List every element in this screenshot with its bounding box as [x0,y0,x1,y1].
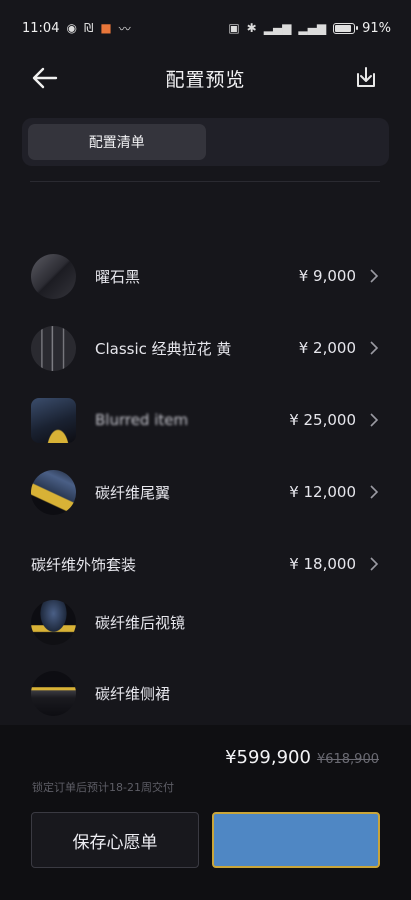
header: 配置预览 [0,56,411,100]
item-label: 碳纤维后视镜 [95,613,186,632]
vibrate-icon: ▣ [228,21,240,35]
delivery-note: 锁定订单后预计18-21周交付 [32,781,174,794]
status-bar: 11:04 ◉ ₪ ■ 〰 ▣ ✱ ▂▄▆ ▂▄▆ 91% [0,0,411,56]
chevron-right-icon [370,557,379,571]
list-item-stripes[interactable]: Classic 经典拉花 黄 ¥ 2,000 [0,320,411,376]
tab-secondary[interactable] [206,124,384,160]
tab-bar: 配置清单 [22,118,389,166]
car-part-thumb [31,599,76,645]
page-title: 配置预览 [165,68,246,91]
list-item-blurred[interactable]: Blurred item ¥ 25,000 [0,392,411,448]
list-item-rear-wing[interactable]: 碳纤维尾翼 ¥ 12,000 [0,464,411,520]
primary-action-button[interactable] [212,812,380,868]
download-icon[interactable] [355,65,377,89]
group-exterior-carbon[interactable]: 碳纤维外饰套装 ¥ 18,000 [0,536,411,592]
chevron-right-icon [370,413,379,427]
arrow-left-icon[interactable] [30,64,60,92]
chevron-right-icon [370,269,379,283]
checkout-bar: ¥599,900 ¥618,900 锁定订单后预计18-21周交付 保存心愿单 [0,725,411,900]
divider [30,181,380,182]
car-part-thumb [31,469,76,515]
group-label: 碳纤维外饰套装 [31,555,137,574]
group-price: ¥ 18,000 [289,555,356,573]
item-label: 曜石黑 [95,267,141,286]
5g-signal-icon: ▂▄▆ [263,21,292,35]
bluetooth-icon: ✱ [246,21,257,35]
original-price: ¥618,900 [316,752,379,767]
paint-swatch-thumb [31,253,76,299]
item-label: 碳纤维尾翼 [95,483,171,502]
5g-signal-icon: ▂▄▆ [298,21,327,35]
battery-percent: 91% [362,20,391,36]
save-wishlist-button[interactable]: 保存心愿单 [31,812,199,868]
chevron-right-icon [370,485,379,499]
item-label: Classic 经典拉花 黄 [95,339,232,358]
status-time: 11:04 [22,20,60,36]
total-price: ¥599,900 [225,747,311,768]
list-item-mirror: 碳纤维后视镜 [0,594,411,650]
price-row: ¥599,900 ¥618,900 [225,747,379,768]
car-part-thumb [31,397,76,443]
eye-icon: ◉ [66,21,77,35]
app-badge-icon: ■ [100,21,112,35]
item-price: ¥ 9,000 [298,267,356,285]
list-item-paint[interactable]: 曜石黑 ¥ 9,000 [0,248,411,304]
chevron-right-icon [370,341,379,355]
item-price: ¥ 25,000 [289,411,356,429]
item-label: Blurred item [95,411,189,429]
item-label: 碳纤维侧裙 [95,684,171,703]
list-item-side-skirt: 碳纤维侧裙 [0,665,411,721]
nfc-icon: ₪ [83,21,94,35]
stripe-swatch-thumb [31,325,76,371]
signal-wave-icon: 〰 [118,21,131,36]
car-part-thumb [31,670,76,716]
item-price: ¥ 12,000 [289,483,356,501]
item-price: ¥ 2,000 [298,339,356,357]
battery-icon [333,22,359,34]
tab-config-list[interactable]: 配置清单 [28,124,206,160]
